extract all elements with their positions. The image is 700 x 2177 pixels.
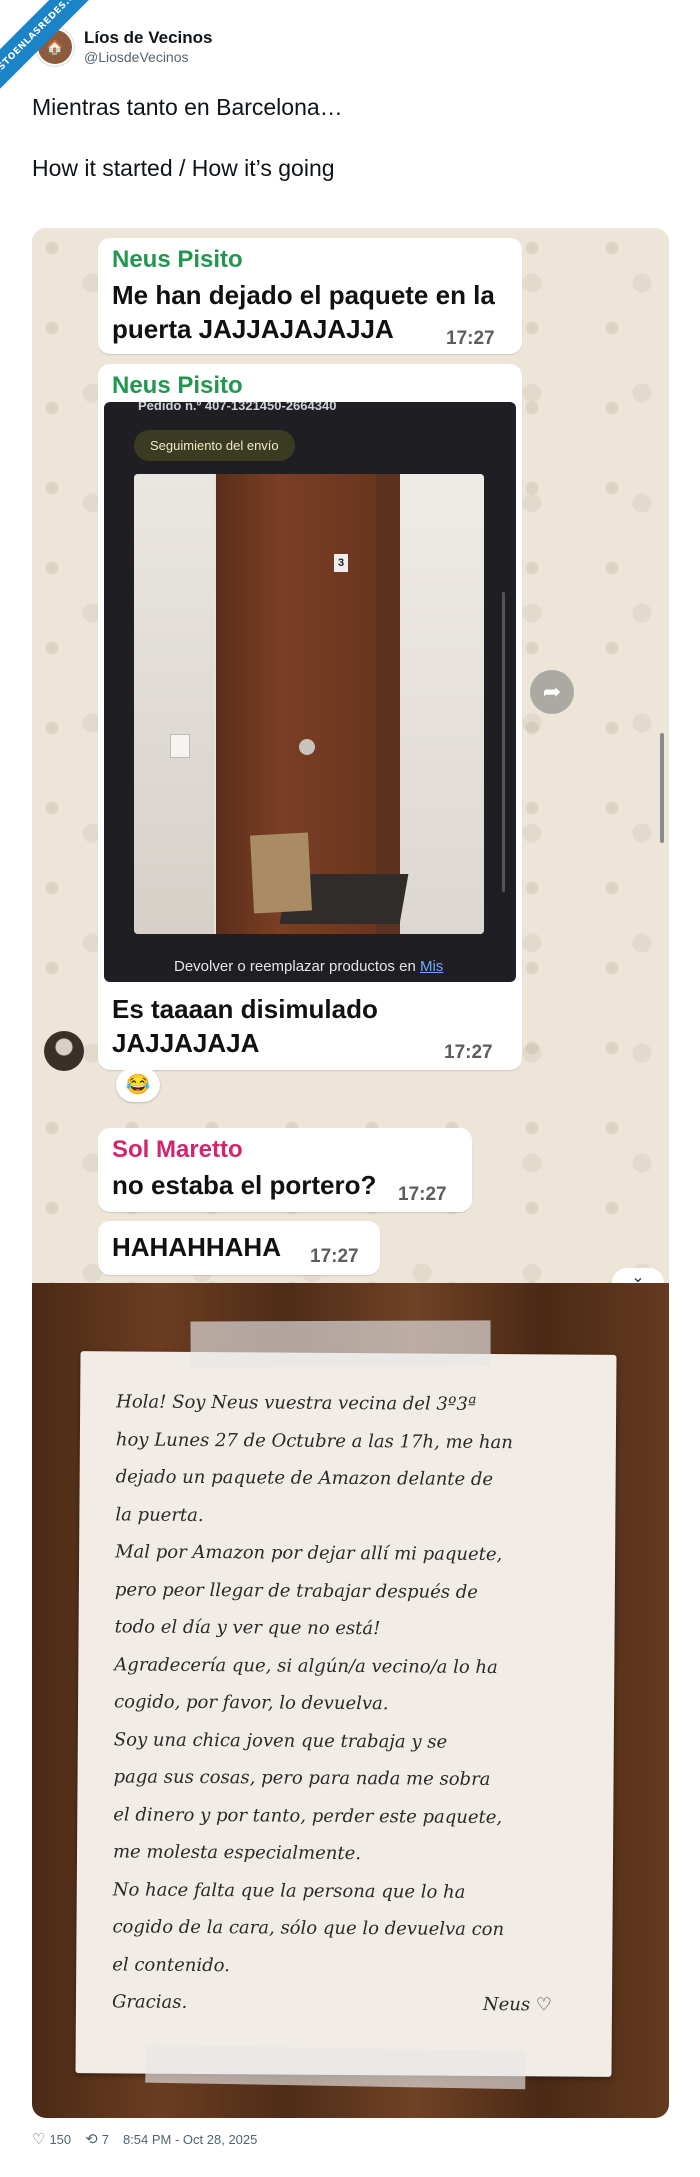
note-line: paga sus cosas, pero para nada me sobra — [113, 1766, 491, 1791]
message-text: no estaba el portero? — [112, 1170, 377, 1200]
retweet-count: 7 — [101, 2131, 109, 2147]
note-line: hoy Lunes 27 de Octubre a las 17h, me ha… — [115, 1428, 513, 1453]
order-number: Pedido n.º 407-1321450-2664340 — [138, 402, 337, 413]
light-switch — [170, 734, 190, 758]
note-thanks: Gracias. — [111, 1991, 188, 2013]
message-time: 17:27 — [446, 328, 495, 349]
message-text: JAJJAJAJA — [112, 1028, 260, 1058]
note-line: el dinero y por tanto, perder este paque… — [113, 1803, 503, 1828]
sender-name: Neus Pisito — [112, 372, 243, 399]
note-line: Agradecería que, si algún/a vecino/a lo … — [114, 1653, 498, 1678]
tweet-footer: ♡ 150 ⟲ 7 8:54 PM - Oct 28, 2025 — [32, 2130, 257, 2148]
message-text: Me han dejado el paquete en la — [112, 280, 495, 310]
chat-screenshot: Neus Pisito Me han dejado el paquete en … — [32, 228, 669, 1298]
chat-bubble: Sol Maretto no estaba el portero? 17:27 — [98, 1128, 472, 1212]
display-name[interactable]: Líos de Vecinos — [84, 28, 213, 48]
chat-bubble-image: Neus Pisito Pedido n.º 407-1321450-26643… — [98, 364, 522, 1070]
return-text: Devolver o reemplazar productos en Mis — [174, 958, 443, 975]
door-number: 3 — [334, 554, 348, 572]
note-signature: Neus ♡ — [482, 1993, 553, 2016]
sender-name: Neus Pisito — [112, 246, 243, 273]
account-names: Líos de Vecinos @LiosdeVecinos — [84, 28, 213, 66]
message-text: Es taaaan disimulado — [112, 994, 378, 1024]
forward-icon[interactable]: ➦ — [530, 670, 574, 714]
chat-scrollbar — [660, 733, 664, 843]
note-text: Hola! Soy Neus vuestra vecina del 3º3ª h… — [112, 1383, 586, 2024]
contact-avatar — [44, 1031, 84, 1071]
sender-name: Sol Maretto — [112, 1136, 243, 1163]
note-line: todo el día y ver que no está! — [114, 1616, 381, 1640]
message-time: 17:27 — [398, 1184, 447, 1205]
door-photo: 3 — [134, 474, 484, 934]
note-line: cogido, por favor, lo devuelva. — [114, 1691, 389, 1715]
note-line: Soy una chica joven que trabaja y se — [113, 1728, 448, 1753]
retweet-icon[interactable]: ⟲ — [85, 2130, 98, 2148]
account-handle[interactable]: @LiosdeVecinos — [84, 48, 213, 66]
door-frame — [376, 474, 400, 934]
note-photo: Hola! Soy Neus vuestra vecina del 3º3ª h… — [32, 1283, 669, 2118]
wall — [134, 474, 214, 934]
door-knob — [299, 739, 315, 755]
note-line: Mal por Amazon por dejar allí mi paquete… — [115, 1541, 503, 1566]
tweet-line: How it started / How it’s going — [32, 155, 335, 181]
shared-screenshot[interactable]: Pedido n.º 407-1321450-2664340 Seguimien… — [104, 402, 516, 982]
tweet-text: Mientras tanto en Barcelona… How it star… — [32, 92, 672, 214]
reaction-emoji: 😂 — [116, 1068, 160, 1102]
note-line: cogido de la cara, sólo que lo devuelva … — [112, 1916, 505, 1941]
tape — [190, 1320, 491, 1368]
wall — [400, 474, 484, 934]
note-signoff: Gracias. Neus ♡ — [112, 1983, 552, 2024]
note-line: el contenido. — [112, 1953, 230, 1976]
message-text: HAHAHHAHA — [112, 1232, 281, 1262]
message-time: 17:27 — [310, 1246, 359, 1267]
note-line: No hace falta que la persona que lo ha — [112, 1878, 466, 1903]
handwritten-note: Hola! Soy Neus vuestra vecina del 3º3ª h… — [75, 1320, 617, 2090]
note-line: la puerta. — [115, 1503, 204, 1526]
tweet-media[interactable]: Neus Pisito Me han dejado el paquete en … — [32, 228, 669, 2118]
return-label: Devolver o reemplazar productos en — [174, 958, 416, 975]
tracking-button: Seguimiento del envío — [134, 430, 295, 461]
tape — [145, 2044, 526, 2090]
tweet-timestamp[interactable]: 8:54 PM - Oct 28, 2025 — [123, 2132, 257, 2147]
note-line: Hola! Soy Neus vuestra vecina del 3º3ª — [116, 1391, 477, 1415]
like-count: 150 — [49, 2131, 72, 2147]
package-bag — [249, 832, 313, 914]
tweet-line: Mientras tanto en Barcelona… — [32, 94, 343, 120]
chat-bubble: Neus Pisito Me han dejado el paquete en … — [98, 238, 522, 354]
note-line: dejado un paquete de Amazon delante de — [115, 1466, 494, 1491]
inner-scrollbar — [502, 592, 505, 892]
message-time: 17:27 — [444, 1042, 493, 1063]
note-line: me molesta especialmente. — [112, 1841, 362, 1865]
chat-bubble: HAHAHHAHA 17:27 — [98, 1221, 380, 1275]
return-link: Mis — [419, 958, 444, 975]
heart-icon[interactable]: ♡ — [32, 2130, 45, 2148]
note-line: pero peor llegar de trabajar después de — [114, 1578, 479, 1603]
message-text: puerta JAJJAJAJAJJA — [112, 314, 394, 344]
